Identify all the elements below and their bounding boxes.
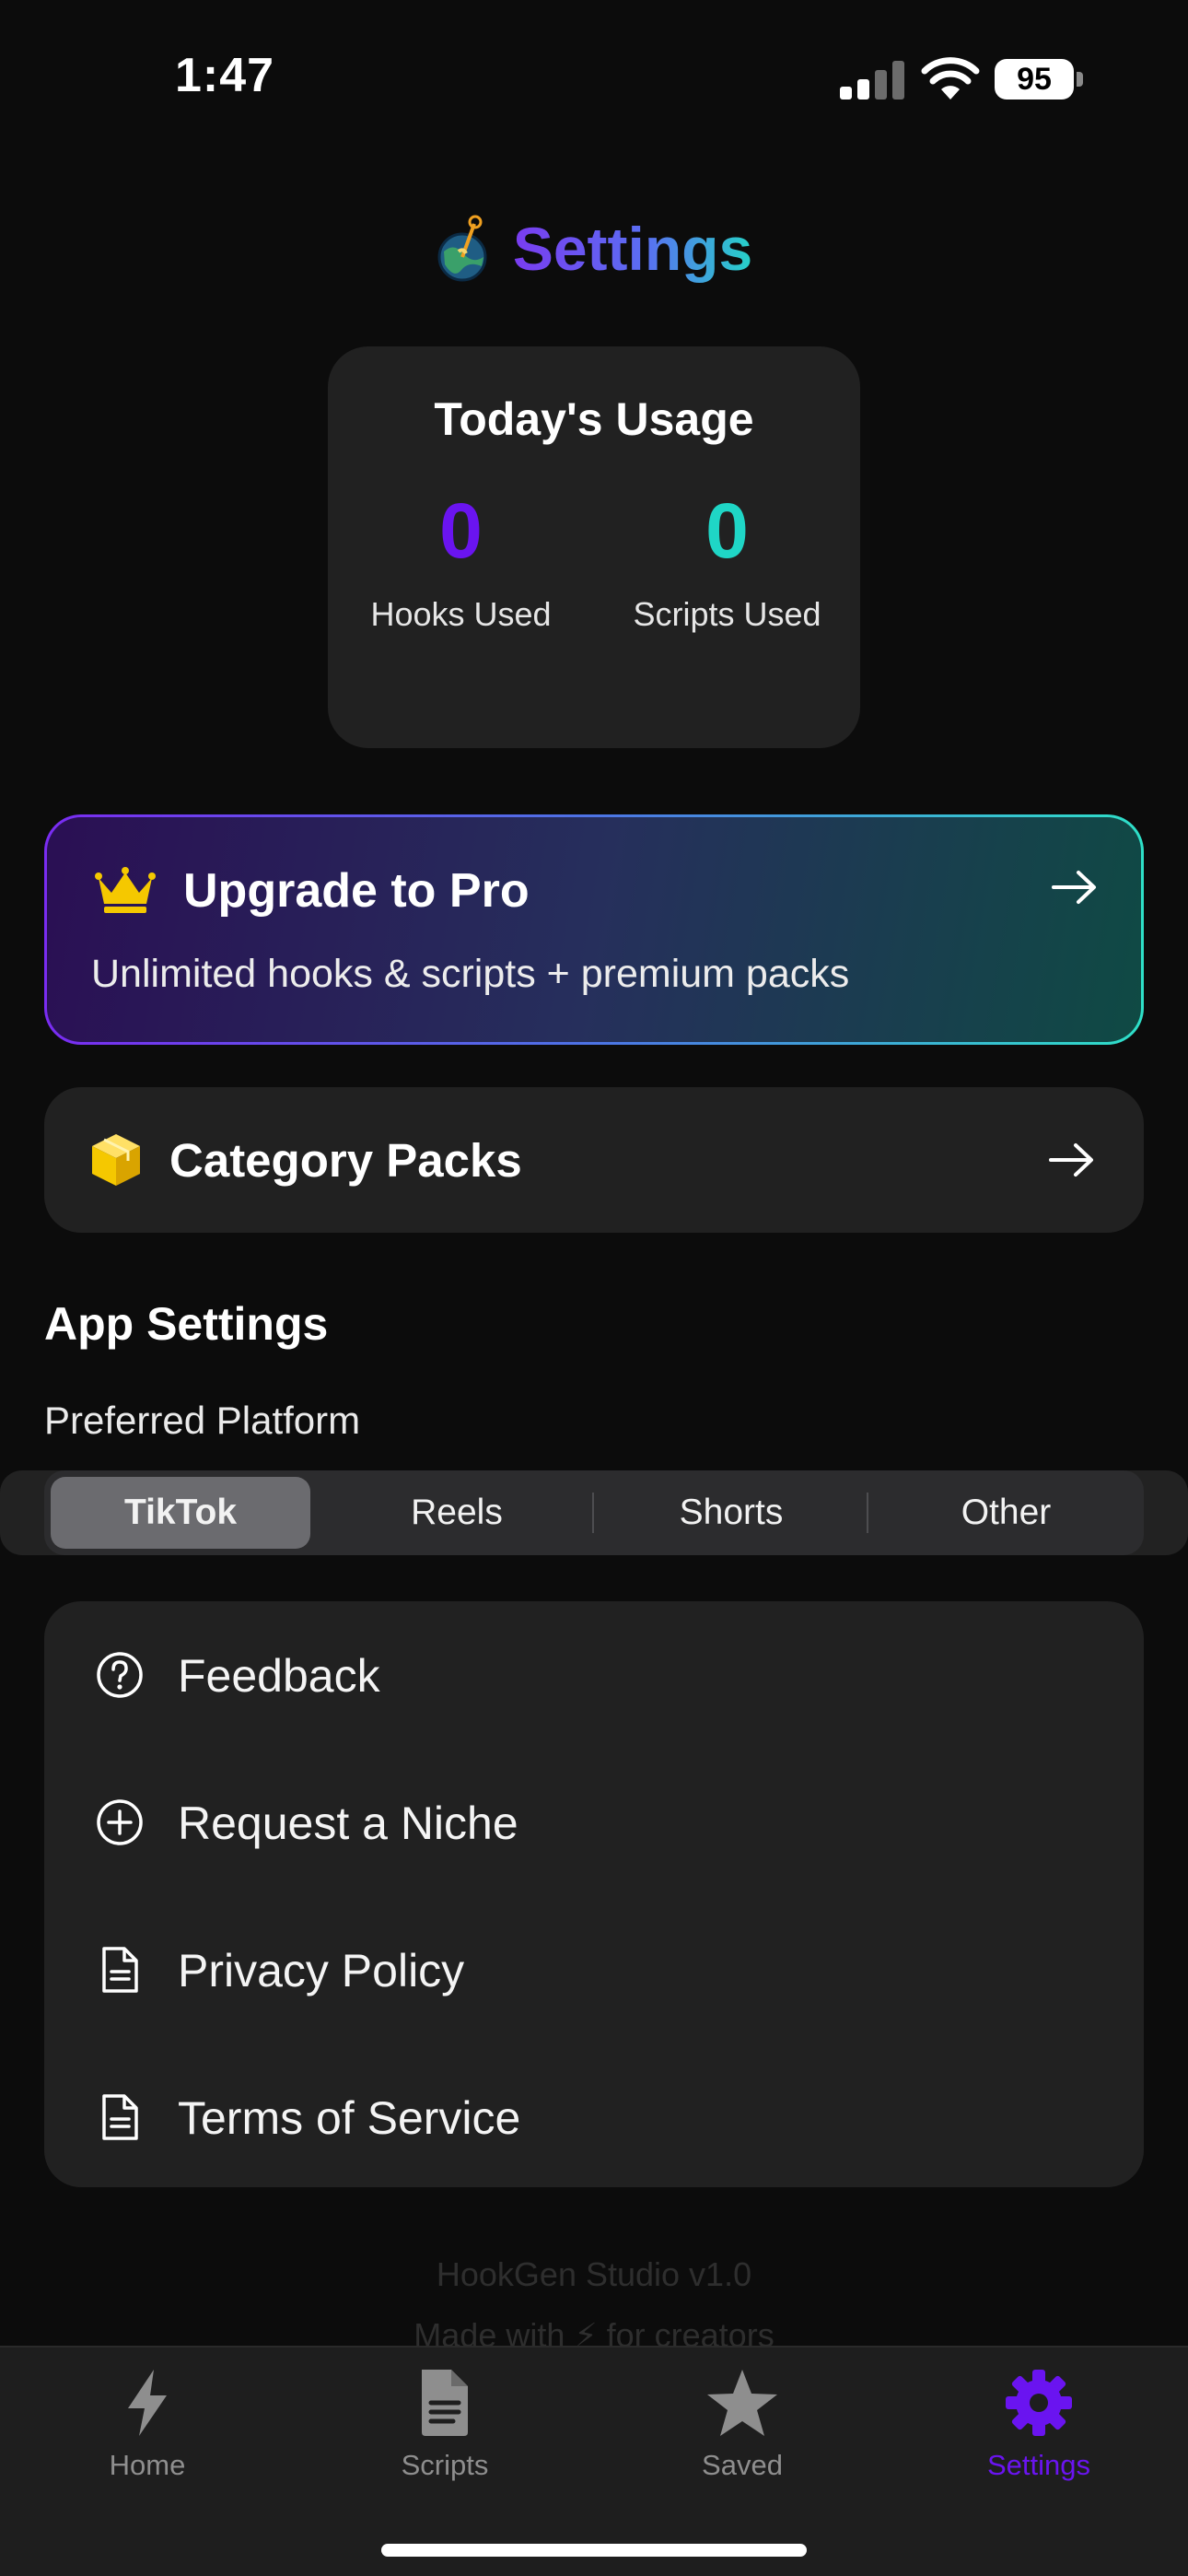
platform-option-tiktok[interactable]: TikTok bbox=[51, 1477, 310, 1549]
platform-option-shorts[interactable]: Shorts bbox=[594, 1470, 868, 1555]
links-list: Feedback Request a Niche Privacy Policy bbox=[44, 1601, 1144, 2187]
globe-hook-icon bbox=[437, 215, 487, 282]
upgrade-subtitle: Unlimited hooks & scripts + premium pack… bbox=[91, 952, 850, 996]
cellular-signal-icon bbox=[840, 61, 904, 100]
bolt-icon bbox=[128, 2370, 167, 2436]
feedback-link[interactable]: Feedback bbox=[44, 1601, 1144, 1749]
gear-icon bbox=[1006, 2370, 1072, 2436]
tab-home-label: Home bbox=[109, 2449, 186, 2481]
upgrade-title: Upgrade to Pro bbox=[183, 864, 530, 918]
terms-of-service-link[interactable]: Terms of Service bbox=[44, 2043, 1144, 2191]
tab-home[interactable]: Home bbox=[46, 2366, 249, 2504]
star-icon bbox=[707, 2370, 777, 2436]
platform-segmented-control: TikTok Reels Shorts Other bbox=[0, 1470, 1188, 1555]
platform-segment-track: TikTok Reels Shorts Other bbox=[44, 1470, 1144, 1555]
document-icon bbox=[102, 1947, 138, 1993]
status-time: 1:47 bbox=[175, 49, 275, 102]
category-packs-button[interactable]: Category Packs bbox=[44, 1087, 1144, 1233]
usage-card: Today's Usage 0 Hooks Used 0 Scripts Use… bbox=[328, 346, 860, 748]
crown-icon bbox=[95, 867, 156, 913]
tab-settings-label: Settings bbox=[986, 2449, 1090, 2481]
plus-circle-icon bbox=[97, 1799, 143, 1845]
scripts-used-stat: 0 Scripts Used bbox=[594, 485, 860, 634]
status-bar: 1:47 95 bbox=[0, 0, 1188, 157]
preferred-platform-label: Preferred Platform bbox=[44, 1399, 361, 1442]
battery-icon: 95 bbox=[995, 55, 1083, 101]
wifi-icon bbox=[921, 57, 980, 100]
arrow-right-icon bbox=[1049, 1143, 1093, 1177]
terms-of-service-label: Terms of Service bbox=[178, 2092, 521, 2144]
privacy-policy-link[interactable]: Privacy Policy bbox=[44, 1896, 1144, 2043]
arrow-right-icon bbox=[1052, 871, 1096, 904]
hooks-used-stat: 0 Hooks Used bbox=[328, 485, 594, 634]
tab-saved[interactable]: Saved bbox=[641, 2366, 844, 2504]
upgrade-to-pro-button[interactable]: Upgrade to Pro Unlimited hooks & scripts… bbox=[44, 814, 1144, 1045]
home-indicator bbox=[381, 2544, 807, 2557]
privacy-policy-label: Privacy Policy bbox=[178, 1945, 465, 1996]
request-niche-link[interactable]: Request a Niche bbox=[44, 1749, 1144, 1896]
page-title: Settings bbox=[512, 215, 753, 283]
settings-screen: 1:47 95 Settings Today's Usage 0 Hooks U… bbox=[0, 0, 1188, 2576]
tab-scripts-label: Scripts bbox=[401, 2449, 489, 2481]
category-packs-title: Category Packs bbox=[169, 1134, 522, 1187]
page-header: Settings bbox=[0, 203, 1188, 295]
app-settings-heading: App Settings bbox=[44, 1298, 329, 1350]
question-circle-icon bbox=[97, 1652, 143, 1698]
tab-bar: Home Scripts Saved Settings bbox=[0, 2346, 1188, 2576]
scripts-used-value: 0 bbox=[705, 487, 749, 574]
app-version: HookGen Studio v1.0 bbox=[436, 2255, 752, 2293]
package-icon bbox=[92, 1134, 140, 1186]
battery-level: 95 bbox=[995, 59, 1074, 100]
platform-option-other[interactable]: Other bbox=[868, 1470, 1144, 1555]
usage-title: Today's Usage bbox=[434, 393, 754, 445]
hooks-used-value: 0 bbox=[439, 487, 483, 574]
scripts-used-label: Scripts Used bbox=[633, 595, 821, 633]
tab-saved-label: Saved bbox=[702, 2449, 783, 2481]
document-icon bbox=[102, 2094, 138, 2140]
hooks-used-label: Hooks Used bbox=[370, 595, 552, 633]
tab-settings[interactable]: Settings bbox=[938, 2366, 1140, 2504]
feedback-label: Feedback bbox=[178, 1650, 380, 1702]
request-niche-label: Request a Niche bbox=[178, 1797, 518, 1849]
platform-option-reels[interactable]: Reels bbox=[319, 1470, 595, 1555]
file-icon bbox=[422, 2370, 468, 2436]
tab-scripts[interactable]: Scripts bbox=[344, 2366, 546, 2504]
